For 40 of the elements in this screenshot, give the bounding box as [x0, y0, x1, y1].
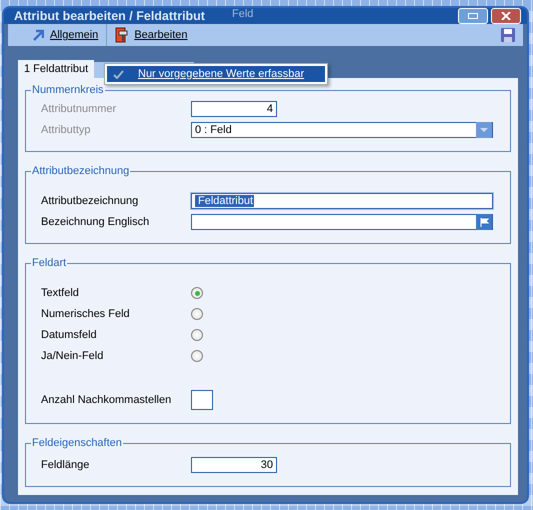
group-title: Feldeigenschaften — [31, 437, 123, 449]
field-label: Bezeichnung Englisch — [41, 216, 150, 228]
radio-button[interactable] — [191, 329, 203, 341]
dropdown-arrow-icon — [480, 128, 488, 132]
radio-button[interactable] — [191, 287, 203, 299]
radio-button[interactable] — [191, 308, 203, 320]
field-label: Datumsfeld — [41, 329, 98, 341]
field-label: Textfeld — [41, 287, 80, 299]
input-field[interactable] — [191, 390, 213, 410]
text-field[interactable] — [191, 214, 493, 230]
toolbar-button[interactable]: Allgemein — [28, 27, 102, 43]
radio-button[interactable] — [191, 350, 203, 362]
arrow-icon — [32, 29, 44, 41]
tab[interactable]: 1 Feldattribut — [18, 60, 94, 78]
dropdown-value: 0 : Feld — [194, 124, 233, 136]
field-label: Attributnummer — [41, 103, 118, 115]
field-label: Attributbezeichnung — [41, 195, 140, 207]
document-icon — [115, 27, 128, 43]
window-title: Attribut bearbeiten / Feldattribut — [14, 9, 205, 23]
group-title: Feldart — [31, 257, 68, 269]
field-value: Feldattribut — [195, 195, 254, 207]
save-icon[interactable] — [501, 28, 515, 42]
field-label: Feldlänge — [41, 459, 90, 471]
field-label: Anzahl Nachkommastellen — [41, 394, 172, 406]
number-field[interactable]: 30 — [191, 457, 277, 473]
flag-icon — [480, 218, 488, 226]
close-icon — [501, 12, 511, 20]
restore-icon — [468, 13, 478, 19]
close-button[interactable] — [491, 8, 521, 24]
group-title: Attributbezeichnung — [31, 165, 130, 177]
text-field[interactable]: Feldattribut — [191, 193, 493, 209]
menu-item[interactable]: Nur vorgegebene Werte erfassbar — [107, 66, 325, 82]
field-label: Numerisches Feld — [41, 308, 131, 320]
column-header: Feld — [232, 8, 254, 20]
flag-button[interactable] — [476, 214, 492, 230]
field-label: Ja/Nein-Feld — [41, 350, 104, 362]
restore-button[interactable] — [458, 8, 488, 24]
group-title: Nummernkreis — [31, 84, 105, 96]
toolbar-button[interactable]: Bearbeiten — [111, 25, 192, 45]
field-label: Attributtyp — [41, 124, 92, 136]
